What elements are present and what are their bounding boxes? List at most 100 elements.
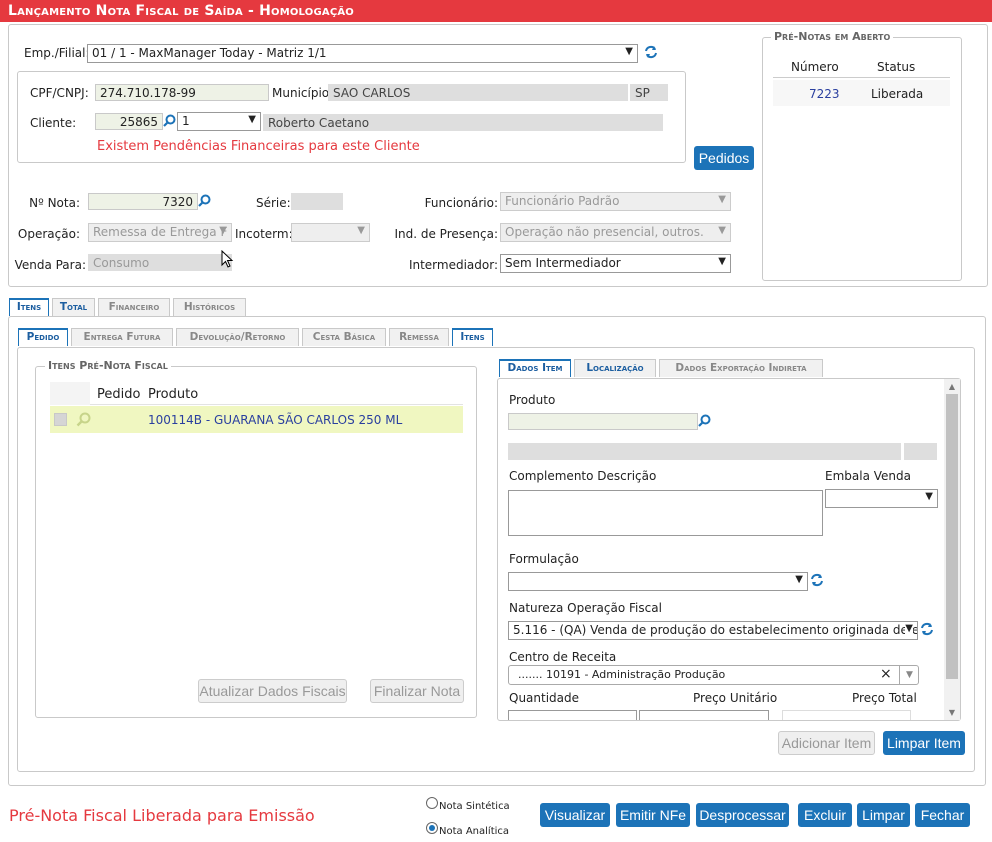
subtab-pedido[interactable]: Pedido <box>18 328 68 346</box>
scroll-up-icon[interactable]: ▲ <box>944 380 960 393</box>
clear-icon[interactable]: × <box>880 666 892 682</box>
cliente-seq-value: 1 <box>182 114 190 128</box>
cliente-code-value: 25865 <box>119 115 158 129</box>
chevron-down-icon: ▼ <box>905 623 913 634</box>
refresh-icon[interactable] <box>644 45 658 59</box>
serie-label: Série: <box>256 196 291 210</box>
embala-venda-label: Embala Venda <box>825 469 911 483</box>
tab-dados-item[interactable]: Dados Item <box>499 359 571 377</box>
chevron-down-icon: ▼ <box>718 225 726 236</box>
municipio-label: Município: <box>272 86 334 100</box>
uf-field: SP <box>630 84 668 101</box>
complemento-textarea[interactable] <box>508 490 823 536</box>
chevron-down-icon: ▼ <box>718 256 726 267</box>
radio-nota-analitica[interactable] <box>426 822 438 834</box>
intermediador-value: Sem Intermediador <box>505 256 621 270</box>
cliente-name-field: Roberto Caetano <box>263 114 663 131</box>
radio-nota-sintetica[interactable] <box>426 797 438 809</box>
preco-total-field <box>782 710 911 720</box>
cpf-cnpj-field[interactable]: 274.710.178-99 <box>95 84 269 101</box>
complemento-label: Complemento Descrição <box>509 469 657 483</box>
itens-header-cell <box>50 382 90 405</box>
centro-receita-value: ....... 10191 - Administração Produção <box>518 668 726 681</box>
centro-receita-label: Centro de Receita <box>509 650 617 664</box>
prenota-numero[interactable]: 7223 <box>809 87 840 101</box>
limpar-item-button[interactable]: Limpar Item <box>883 731 965 755</box>
formulacao-select[interactable]: ▼ <box>508 572 808 591</box>
prenotas-legend: Pré-Notas em Aberto <box>771 30 894 43</box>
tab-historicos[interactable]: Históricos <box>173 298 246 316</box>
row-produto[interactable]: 100114B - GUARANA SÃO CARLOS 250 ML <box>148 413 402 427</box>
chevron-down-icon: ▼ <box>357 225 365 236</box>
subtab-remessa[interactable]: Remessa <box>389 328 449 346</box>
nota-value: 7320 <box>162 195 193 209</box>
intermediador-select[interactable]: Sem Intermediador ▼ <box>500 254 731 273</box>
cpf-cnpj-label: CPF/CNPJ: <box>30 86 89 100</box>
municipio-field: SAO CARLOS <box>328 84 628 101</box>
itens-col-pedido: Pedido <box>97 387 141 402</box>
refresh-icon[interactable] <box>810 573 824 587</box>
presenca-value: Operação não presencial, outros. <box>505 225 704 239</box>
emitir-nfe-button[interactable]: Emitir NFe <box>616 803 690 827</box>
atualizar-dados-fiscais-button: Atualizar Dados Fiscais <box>198 679 347 703</box>
subtab-cesta-basica[interactable]: Cesta Básica <box>302 328 386 346</box>
prenotas-row[interactable] <box>773 80 950 106</box>
status-message: Pré-Nota Fiscal Liberada para Emissão <box>9 806 315 825</box>
itens-col-produto: Produto <box>148 387 199 402</box>
tab-localizacao[interactable]: Localização <box>574 359 656 377</box>
scroll-thumb[interactable] <box>946 394 958 679</box>
tab-itens[interactable]: Itens <box>9 298 49 316</box>
chevron-down-icon: ▼ <box>248 114 256 125</box>
scroll-down-icon[interactable]: ▼ <box>944 706 960 719</box>
operacao-select: Remessa de Entrega F ▼ <box>88 223 232 242</box>
preco-unitario-field[interactable] <box>639 710 769 720</box>
operacao-value: Remessa de Entrega F <box>93 225 228 239</box>
emp-filial-value: 01 / 1 - MaxManager Today - Matriz 1/1 <box>92 46 327 60</box>
limpar-button[interactable]: Limpar <box>857 803 910 827</box>
row-checkbox[interactable] <box>54 413 67 426</box>
fechar-button[interactable]: Fechar <box>915 803 970 827</box>
pedidos-button[interactable]: Pedidos <box>694 146 754 170</box>
incoterm-label: Incoterm: <box>235 227 293 241</box>
funcionario-label: Funcionário: <box>424 196 498 210</box>
venda-para-label: Venda Para: <box>14 258 86 272</box>
intermediador-label: Intermediador: <box>408 258 498 272</box>
natureza-select[interactable]: 5.116 - (QA) Venda de produção do estabe… <box>508 621 918 640</box>
cliente-code-field[interactable]: 25865 <box>95 113 163 130</box>
search-icon[interactable] <box>163 114 176 127</box>
centro-receita-select[interactable]: ....... 10191 - Administração Produção ×… <box>508 665 919 685</box>
search-icon[interactable] <box>198 194 211 207</box>
visualizar-button[interactable]: Visualizar <box>540 803 610 827</box>
excluir-button[interactable]: Excluir <box>798 803 852 827</box>
tab-financeiro[interactable]: Financeiro <box>98 298 170 316</box>
refresh-icon[interactable] <box>920 622 934 636</box>
quantidade-label: Quantidade <box>509 691 580 705</box>
prenotas-col-numero: Número <box>791 60 839 74</box>
chevron-down-icon: ▼ <box>795 574 803 585</box>
natureza-value: 5.116 - (QA) Venda de produção do estabe… <box>513 623 918 637</box>
tab-total[interactable]: Total <box>52 298 95 316</box>
subtab-itens[interactable]: Itens <box>452 328 493 346</box>
produto-field[interactable] <box>508 413 698 430</box>
preco-unitario-label: Preço Unitário <box>693 691 778 705</box>
presenca-label: Ind. de Presença: <box>394 227 498 241</box>
desprocessar-button[interactable]: Desprocessar <box>696 803 789 827</box>
subtab-devolucao[interactable]: Devolução/Retorno <box>176 328 299 346</box>
funcionario-select: Funcionário Padrão ▼ <box>500 192 731 211</box>
produto-descricao-field <box>508 443 901 460</box>
chevron-down-icon: ▼ <box>899 666 919 684</box>
search-icon[interactable] <box>698 414 711 427</box>
prenotas-col-status: Status <box>877 60 916 74</box>
nota-field[interactable]: 7320 <box>88 193 198 210</box>
tab-dados-exportacao[interactable]: Dados Exportação Indireta <box>659 359 823 377</box>
embala-venda-select[interactable]: ▼ <box>825 489 938 508</box>
chevron-down-icon: ▼ <box>925 491 933 502</box>
cliente-seq-select[interactable]: 1 ▼ <box>177 112 261 131</box>
search-icon[interactable] <box>76 412 91 427</box>
emp-filial-select[interactable]: 01 / 1 - MaxManager Today - Matriz 1/1 ▼ <box>87 44 638 63</box>
quantidade-field[interactable] <box>508 710 637 720</box>
chevron-down-icon: ▼ <box>219 225 227 236</box>
subtab-entrega-futura[interactable]: Entrega Futura <box>71 328 173 346</box>
radio-nota-analitica-label: Nota Analítica <box>439 826 510 837</box>
produto-label: Produto <box>509 393 556 407</box>
